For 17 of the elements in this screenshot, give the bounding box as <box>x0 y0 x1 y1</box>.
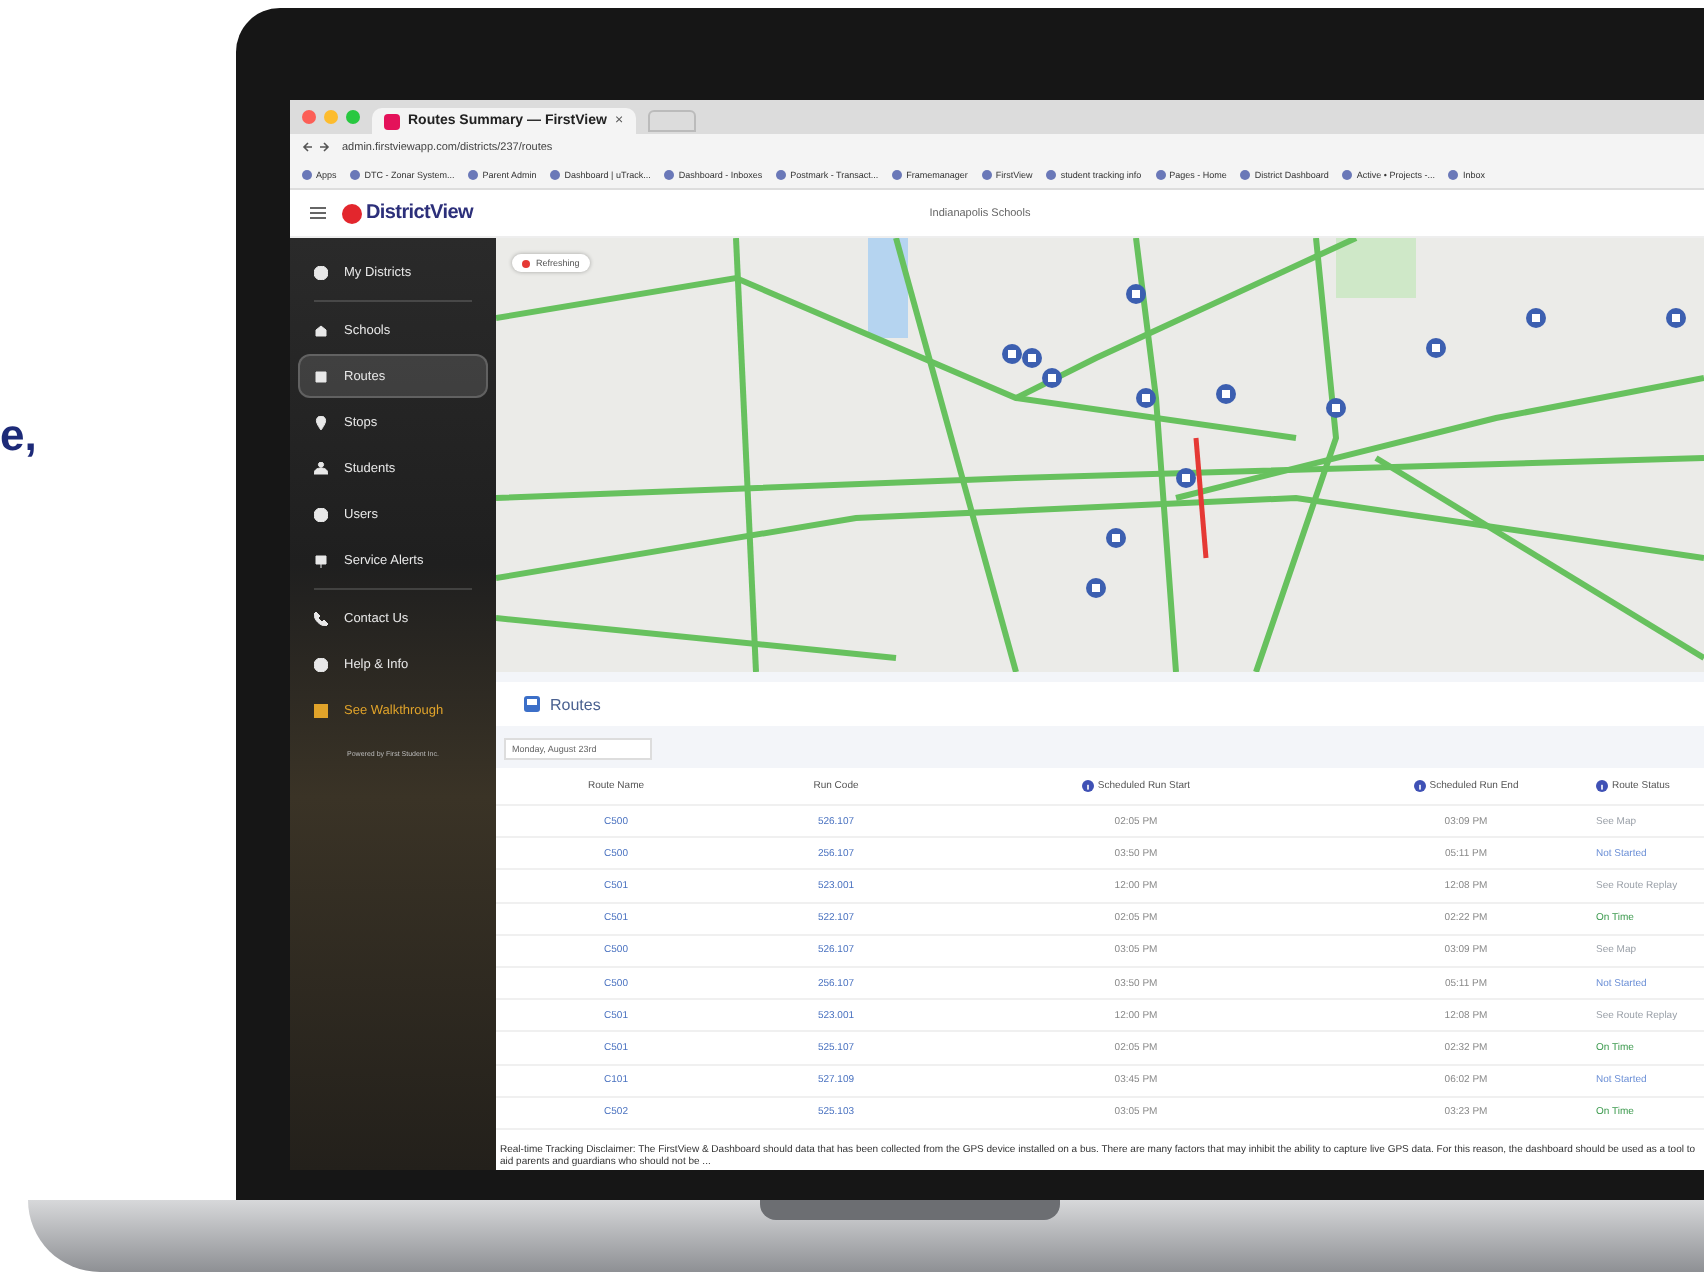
menu-icon[interactable] <box>310 206 326 220</box>
headline-text: e, <box>0 410 37 462</box>
alert-icon <box>314 553 328 567</box>
close-window-dot[interactable] <box>302 110 316 124</box>
pin-icon <box>314 415 328 429</box>
maximize-window-dot[interactable] <box>346 110 360 124</box>
phone-icon <box>314 611 328 625</box>
favicon-icon <box>384 113 400 129</box>
logo: DistrictView <box>342 202 473 224</box>
info-icon[interactable] <box>1413 780 1426 792</box>
minimize-window-dot[interactable] <box>324 110 338 124</box>
info-icon[interactable] <box>1596 780 1608 792</box>
routes-panel-header: Routes <box>496 682 1704 726</box>
navigation-arrows-icon[interactable] <box>302 140 330 154</box>
school-icon <box>314 323 328 337</box>
info-icon[interactable] <box>1081 780 1094 792</box>
people-icon <box>314 461 328 475</box>
